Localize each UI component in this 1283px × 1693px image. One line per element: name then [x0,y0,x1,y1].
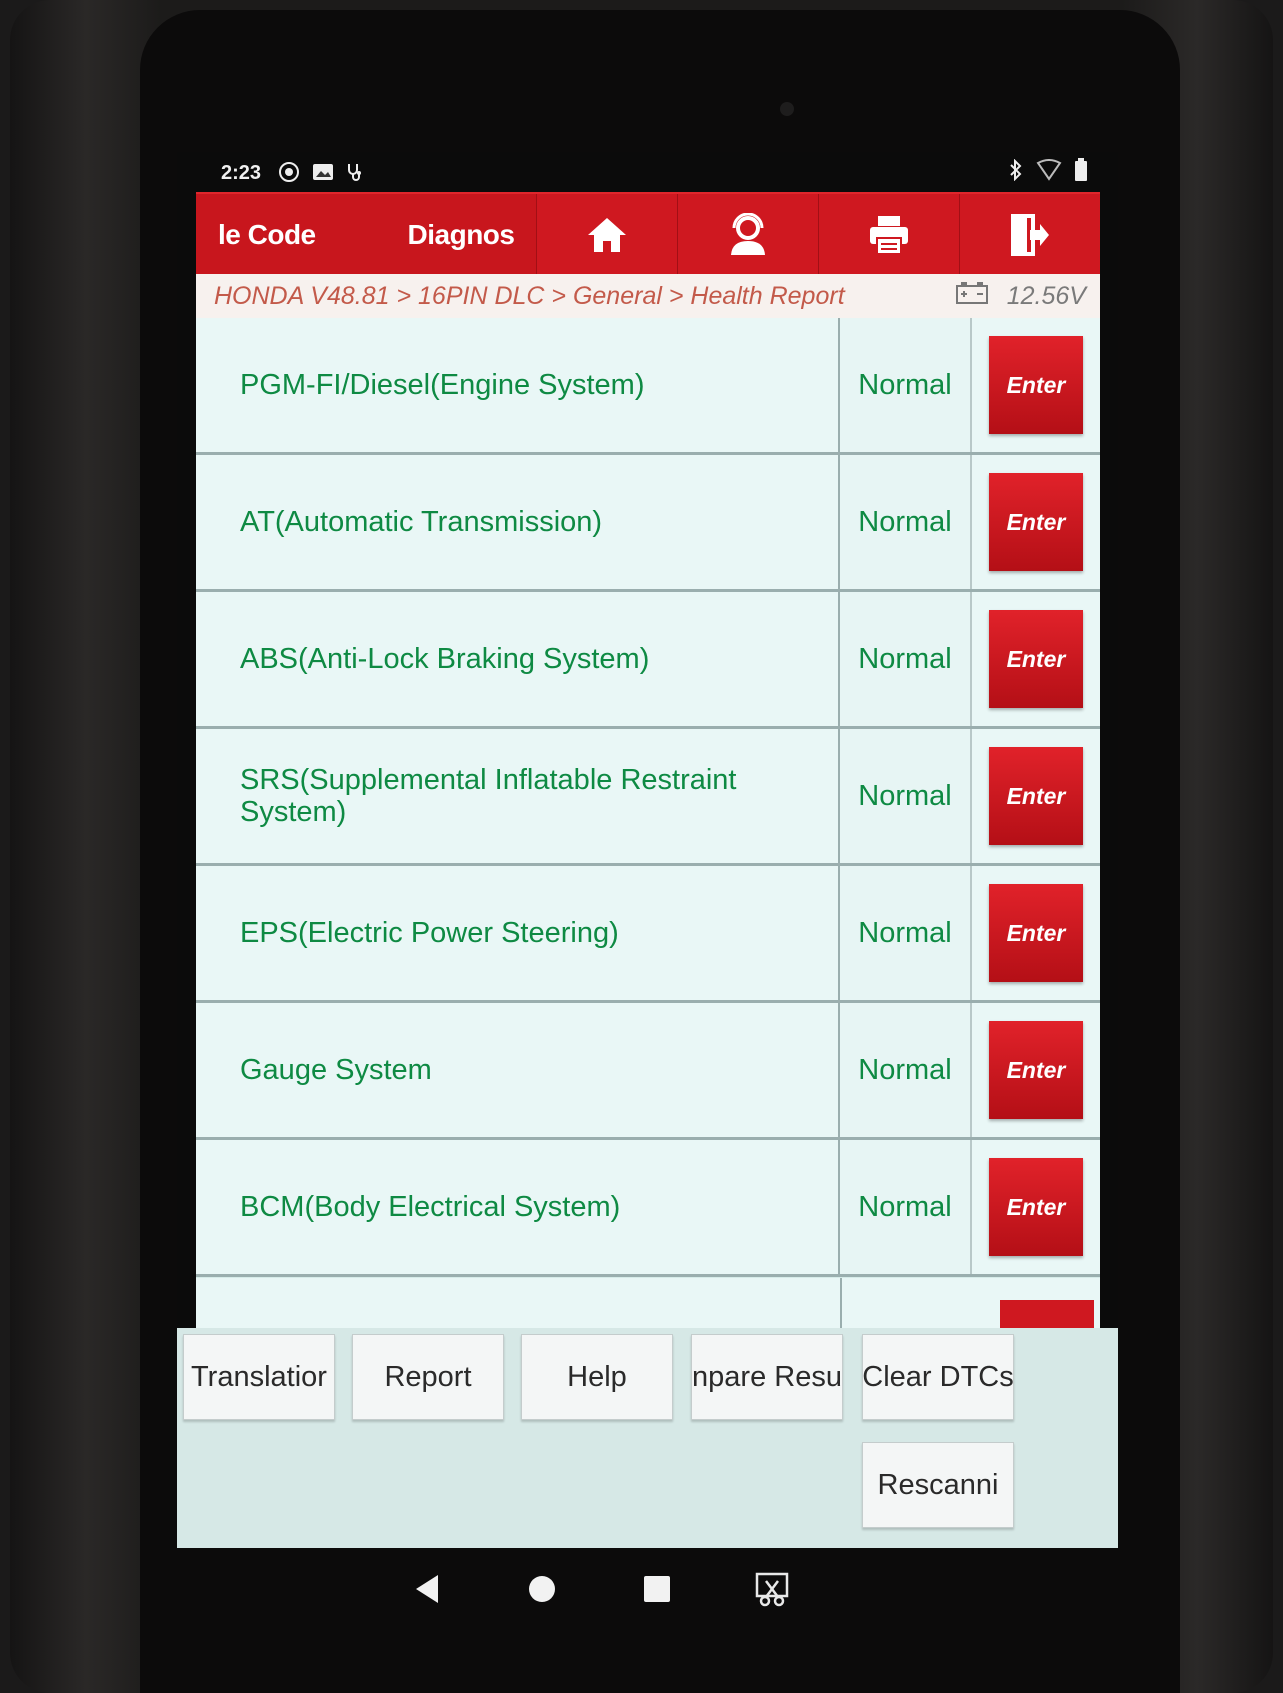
voltage-readout: 12.56V [955,281,1100,312]
partial-enter-button[interactable] [1000,1300,1094,1328]
enter-button[interactable]: Enter [989,884,1083,982]
function-bar: Translatior Report Help npare Resu Clear… [177,1328,1118,1548]
home-icon [586,215,628,255]
enter-button[interactable]: Enter [989,747,1083,845]
system-status: Normal [840,729,972,863]
sync-icon [277,160,301,184]
system-status: Normal [840,1140,972,1274]
enter-button[interactable]: Enter [989,336,1083,434]
support-icon [726,213,770,257]
wifi-icon [1036,159,1062,186]
status-time: 2:23 [221,162,262,184]
system-list[interactable]: PGM-FI/Diesel(Engine System) Normal Ente… [196,318,1100,1328]
voltage-value: 12.56V [1006,281,1086,310]
enter-button[interactable]: Enter [989,610,1083,708]
rescanning-button[interactable]: Rescanni [862,1442,1014,1528]
table-row: BCM(Body Electrical System) Normal Enter [196,1140,1100,1277]
system-name: BCM(Body Electrical System) [196,1140,840,1274]
support-button[interactable] [677,194,818,276]
screenshot-scissors-icon [754,1571,790,1612]
circle-home-icon [527,1574,557,1609]
battery-icon [1074,158,1088,187]
report-button[interactable]: Report [352,1334,504,1420]
print-button[interactable] [818,194,959,276]
tab-trouble-code[interactable]: le Code [196,194,386,276]
system-status: Normal [840,318,972,452]
print-icon [867,214,911,256]
system-name: AT(Automatic Transmission) [196,455,840,589]
home-button[interactable] [536,194,677,276]
car-battery-icon [955,281,989,312]
back-icon [412,1573,442,1610]
recents-button[interactable] [632,1566,682,1616]
enter-button[interactable]: Enter [989,473,1083,571]
stethoscope-icon [343,160,367,184]
breadcrumb: HONDA V48.81 > 16PIN DLC > General > Hea… [196,274,1100,318]
system-status: Normal [840,1003,972,1137]
top-toolbar: le Code Diagnos [196,192,1100,276]
exit-button[interactable] [959,194,1100,276]
system-name: ABS(Anti-Lock Braking System) [196,592,840,726]
system-name: PGM-FI/Diesel(Engine System) [196,318,840,452]
bluetooth-icon [1008,158,1024,186]
enter-button[interactable]: Enter [989,1021,1083,1119]
home-nav-button[interactable] [517,1566,567,1616]
table-row: EPS(Electric Power Steering) Normal Ente… [196,866,1100,1003]
system-status: Normal [840,592,972,726]
system-name: Gauge System [196,1003,840,1137]
partial-table-row [196,1278,1100,1328]
back-button[interactable] [402,1566,452,1616]
screenshot-button[interactable] [747,1566,797,1616]
table-row: Gauge System Normal Enter [196,1003,1100,1140]
front-camera [780,102,794,116]
table-row: PGM-FI/Diesel(Engine System) Normal Ente… [196,318,1100,455]
system-status: Normal [840,866,972,1000]
android-nav-bar [177,1548,1118,1638]
table-row: AT(Automatic Transmission) Normal Enter [196,455,1100,592]
system-name: EPS(Electric Power Steering) [196,866,840,1000]
system-status: Normal [840,455,972,589]
square-recents-icon [642,1574,672,1609]
exit-icon [1010,213,1050,257]
status-bar: 2:23 [177,152,1118,192]
compare-results-button[interactable]: npare Resu [691,1334,843,1420]
clear-dtcs-button[interactable]: Clear DTCs [862,1334,1014,1420]
translation-button[interactable]: Translatior [183,1334,335,1420]
image-icon [311,160,335,184]
breadcrumb-path: HONDA V48.81 > 16PIN DLC > General > Hea… [214,281,845,310]
enter-button[interactable]: Enter [989,1158,1083,1256]
table-row: SRS(Supplemental Inflatable Restraint Sy… [196,729,1100,866]
table-row: ABS(Anti-Lock Braking System) Normal Ent… [196,592,1100,729]
system-name: SRS(Supplemental Inflatable Restraint Sy… [196,729,840,863]
tab-diagnose[interactable]: Diagnos [386,194,536,276]
column-divider [840,1278,842,1328]
help-button[interactable]: Help [521,1334,673,1420]
